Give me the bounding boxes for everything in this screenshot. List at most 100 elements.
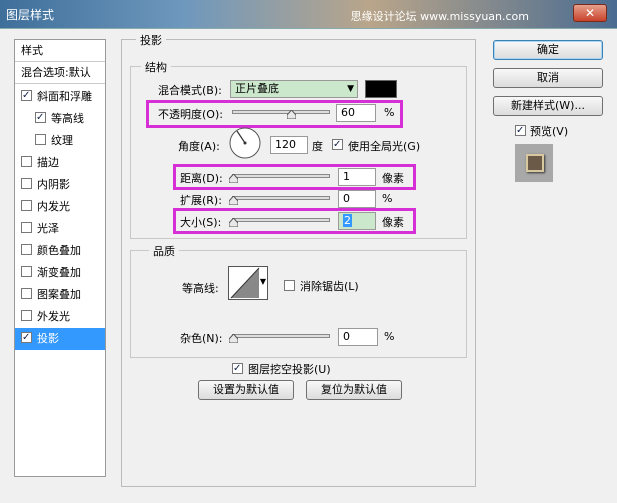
contour-picker[interactable]: ▼: [228, 266, 268, 300]
opacity-unit: %: [384, 106, 395, 119]
distance-input[interactable]: 1: [338, 168, 376, 186]
distance-slider[interactable]: [232, 174, 330, 178]
cancel-button[interactable]: 取消: [493, 68, 603, 88]
dialog-title: 图层样式: [6, 8, 55, 22]
style-list-item-texture[interactable]: 纹理: [15, 130, 105, 152]
bevel-emboss-checkbox[interactable]: [21, 90, 32, 101]
preview-checkbox[interactable]: [515, 125, 526, 136]
list-item-label: 渐变叠加: [37, 266, 81, 279]
style-list-item-inner-glow[interactable]: 内发光: [15, 196, 105, 218]
inner-glow-checkbox[interactable]: [21, 200, 32, 211]
gradient-overlay-checkbox[interactable]: [21, 266, 32, 277]
knockout-checkbox[interactable]: [232, 363, 243, 374]
anti-alias-checkbox[interactable]: [284, 280, 295, 291]
size-input[interactable]: 2: [338, 212, 376, 230]
blend-mode-label: 混合模式(B):: [158, 84, 222, 97]
shadow-color-swatch[interactable]: [365, 80, 397, 98]
style-list-item-pattern-overlay[interactable]: 图案叠加: [15, 284, 105, 306]
style-list-item-drop-shadow[interactable]: 投影: [15, 328, 105, 350]
distance-unit: 像素: [382, 172, 404, 185]
structure-legend: 结构: [141, 59, 171, 75]
list-item-label: 混合选项:默认: [21, 66, 91, 79]
new-style-button[interactable]: 新建样式(W)...: [493, 96, 603, 116]
pattern-overlay-checkbox[interactable]: [21, 288, 32, 299]
angle-input[interactable]: 120: [270, 136, 308, 154]
style-list-item-satin[interactable]: 光泽: [15, 218, 105, 240]
use-global-light-checkbox[interactable]: [332, 139, 343, 150]
spread-slider[interactable]: [232, 196, 330, 200]
style-list-item-outer-glow[interactable]: 外发光: [15, 306, 105, 328]
outer-glow-checkbox[interactable]: [21, 310, 32, 321]
spread-input[interactable]: 0: [338, 190, 376, 208]
style-list-item-bevel-emboss[interactable]: 斜面和浮雕: [15, 86, 105, 108]
color-overlay-checkbox[interactable]: [21, 244, 32, 255]
distance-slider-thumb[interactable]: [229, 174, 238, 183]
noise-input[interactable]: 0: [338, 328, 378, 346]
list-item-label: 斜面和浮雕: [37, 90, 92, 103]
angle-dial[interactable]: [228, 126, 262, 160]
spread-label: 扩展(R):: [180, 194, 222, 207]
reset-default-button[interactable]: 复位为默认值: [306, 380, 402, 400]
style-list-item-gradient-overlay[interactable]: 渐变叠加: [15, 262, 105, 284]
size-slider[interactable]: [232, 218, 330, 222]
style-list: 样式 混合选项:默认 斜面和浮雕 等高线 纹理 描边 内阴影 内发光: [14, 39, 106, 477]
spread-unit: %: [382, 192, 393, 205]
style-list-item-blending-options[interactable]: 混合选项:默认: [15, 62, 105, 84]
noise-unit: %: [384, 330, 395, 343]
style-list-item-inner-shadow[interactable]: 内阴影: [15, 174, 105, 196]
list-item-label: 等高线: [51, 112, 84, 125]
style-list-item-styles[interactable]: 样式: [15, 40, 105, 62]
drop-shadow-panel: 投影 结构 混合模式(B): 正片叠底 ▼ 不透明度(O): 60 % 角度(A…: [121, 32, 476, 487]
list-item-label: 颜色叠加: [37, 244, 81, 257]
opacity-input[interactable]: 60: [336, 104, 376, 122]
layer-style-dialog: 图层样式 思缘设计论坛 www.missyuan.com ✕ 样式 混合选项:默…: [0, 0, 617, 503]
style-list-item-color-overlay[interactable]: 颜色叠加: [15, 240, 105, 262]
list-item-label: 外发光: [37, 310, 70, 323]
close-button[interactable]: ✕: [573, 4, 607, 22]
size-slider-thumb[interactable]: [229, 218, 238, 227]
blend-mode-dropdown[interactable]: 正片叠底 ▼: [230, 80, 358, 98]
spread-slider-thumb[interactable]: [229, 196, 238, 205]
list-item-label: 内发光: [37, 200, 70, 213]
inner-shadow-checkbox[interactable]: [21, 178, 32, 189]
chevron-down-icon: ▼: [347, 84, 354, 94]
size-value: 2: [343, 214, 352, 227]
style-list-item-stroke[interactable]: 描边: [15, 152, 105, 174]
list-item-label: 描边: [37, 156, 59, 169]
blend-mode-value: 正片叠底: [235, 82, 279, 95]
title-bar[interactable]: 图层样式 思缘设计论坛 www.missyuan.com ✕: [0, 0, 617, 28]
noise-slider-thumb[interactable]: [229, 334, 238, 343]
ok-button[interactable]: 确定: [493, 40, 603, 60]
noise-slider[interactable]: [232, 334, 330, 338]
quality-legend: 品质: [149, 243, 179, 259]
use-global-light-label: 使用全局光(G): [348, 140, 421, 153]
list-item-label: 图案叠加: [37, 288, 81, 301]
dialog-body: 样式 混合选项:默认 斜面和浮雕 等高线 纹理 描边 内阴影 内发光: [0, 28, 617, 503]
list-item-label: 样式: [21, 44, 43, 57]
make-default-button[interactable]: 设置为默认值: [198, 380, 294, 400]
opacity-slider-thumb[interactable]: [287, 110, 296, 119]
style-list-item-contour[interactable]: 等高线: [15, 108, 105, 130]
size-label: 大小(S):: [180, 216, 222, 229]
section-title: 投影: [136, 32, 166, 48]
list-item-label: 投影: [37, 332, 59, 345]
texture-checkbox[interactable]: [35, 134, 46, 145]
contour-label: 等高线:: [182, 282, 219, 295]
noise-label: 杂色(N):: [180, 332, 223, 345]
size-unit: 像素: [382, 216, 404, 229]
preview-swatch: [526, 154, 544, 172]
list-item-label: 光泽: [37, 222, 59, 235]
stroke-checkbox[interactable]: [21, 156, 32, 167]
angle-label: 角度(A):: [178, 140, 220, 153]
opacity-slider[interactable]: [232, 110, 330, 114]
knockout-label: 图层挖空投影(U): [248, 363, 331, 376]
distance-label: 距离(D):: [180, 172, 223, 185]
drop-shadow-checkbox[interactable]: [21, 332, 32, 343]
chevron-down-icon: ▼: [259, 277, 266, 286]
opacity-label: 不透明度(O):: [158, 108, 223, 121]
anti-alias-label: 消除锯齿(L): [300, 280, 359, 293]
watermark-text: 思缘设计论坛 www.missyuan.com: [350, 10, 529, 23]
angle-unit: 度: [312, 140, 323, 153]
contour-checkbox[interactable]: [35, 112, 46, 123]
satin-checkbox[interactable]: [21, 222, 32, 233]
